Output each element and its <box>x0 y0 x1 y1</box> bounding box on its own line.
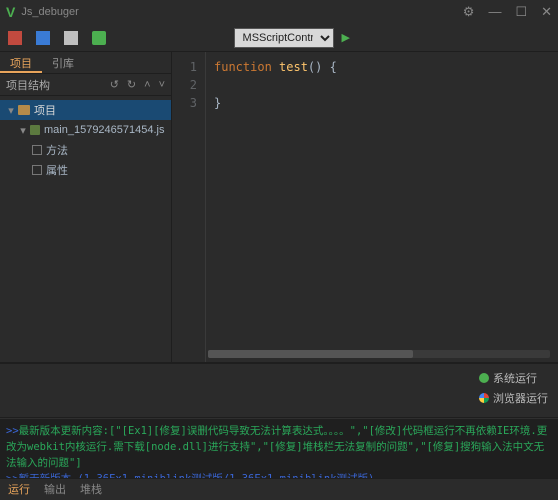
tree-attrs[interactable]: 属性 <box>0 160 171 180</box>
tree-file-label: main_1579246571454.js <box>44 124 165 136</box>
tree-root-label: 项目 <box>34 102 56 118</box>
func-name: test <box>272 60 308 74</box>
scroll-thumb[interactable] <box>208 350 413 358</box>
line-num: 2 <box>172 76 197 94</box>
bottom-tabs: 运行 输出 堆栈 <box>0 478 558 498</box>
tree-methods[interactable]: 方法 <box>0 140 171 160</box>
line-num: 3 <box>172 94 197 112</box>
collapse-icon[interactable]: ˅ <box>159 79 165 91</box>
tab-run[interactable]: 运行 <box>8 481 30 497</box>
toolbar: MSScriptControl ▶ <box>0 24 558 52</box>
tab-output[interactable]: 输出 <box>44 481 66 497</box>
console-log: >>最新版本更新内容:["[Ex1][修复]误删代码导致无法计算表达式。。。。"… <box>0 418 558 478</box>
title-bar: V Js_debuger ⚙ — ☐ ✕ <box>0 0 558 24</box>
editor-content[interactable]: function test() { } <box>206 52 558 362</box>
maximize-icon[interactable]: ☐ <box>515 4 527 20</box>
system-run-label: 系统运行 <box>493 370 537 386</box>
tab-import[interactable]: 引库 <box>42 52 84 73</box>
system-run-button[interactable]: 系统运行 <box>479 370 548 386</box>
settings-icon[interactable]: ⚙ <box>463 4 475 20</box>
browser-run-button[interactable]: 浏览器运行 <box>479 390 548 406</box>
folder-icon <box>18 105 30 115</box>
main-split: 项目 引库 项目结构 ↺ ↻ ˄ ˅ ▾ 项目 ▾ main_157924657… <box>0 52 558 362</box>
punct: () { <box>308 60 337 74</box>
log-line: >>最新版本更新内容:["[Ex1][修复]误删代码导致无法计算表达式。。。。"… <box>6 423 552 471</box>
run-panel: 系统运行 浏览器运行 <box>0 362 558 418</box>
app-title: Js_debuger <box>21 6 462 18</box>
sidebar-header: 项目结构 ↺ ↻ ˄ ˅ <box>0 74 171 96</box>
tree-attrs-label: 属性 <box>46 162 68 178</box>
play-green-icon <box>479 373 489 383</box>
punct-close: } <box>214 96 221 110</box>
code-editor[interactable]: 1 2 3 function test() { } <box>172 52 558 362</box>
chrome-icon <box>479 393 489 403</box>
script-engine-select[interactable]: MSScriptControl <box>234 28 334 48</box>
browser-run-label: 浏览器运行 <box>493 390 548 406</box>
window-controls: ⚙ — ☐ ✕ <box>463 4 552 20</box>
refresh-icon[interactable]: ↻ <box>127 78 136 91</box>
sidebar-tabs: 项目 引库 <box>0 52 171 74</box>
keyword: function <box>214 60 272 74</box>
editor-scrollbar[interactable] <box>208 350 550 358</box>
attr-icon <box>32 165 42 175</box>
sidebar-header-label: 项目结构 <box>6 77 50 93</box>
tree-file[interactable]: ▾ main_1579246571454.js <box>0 120 171 140</box>
editor-gutter: 1 2 3 <box>172 52 206 362</box>
tree-root[interactable]: ▾ 项目 <box>0 100 171 120</box>
share-icon[interactable] <box>92 31 106 45</box>
project-tree: ▾ 项目 ▾ main_1579246571454.js 方法 属性 <box>0 96 171 184</box>
tab-stack[interactable]: 堆栈 <box>80 481 102 497</box>
save-icon[interactable] <box>64 31 78 45</box>
run-icon[interactable]: ▶ <box>342 31 350 44</box>
minimize-icon[interactable]: — <box>488 4 501 20</box>
log-line: >>暂无新版本 (1.36Ex1 miniblink测试版/1.36Ex1 mi… <box>6 471 552 478</box>
method-icon <box>32 145 42 155</box>
restore-icon[interactable]: ↺ <box>110 78 119 91</box>
app-logo: V <box>6 4 15 20</box>
js-file-icon <box>30 125 40 135</box>
close-icon[interactable]: ✕ <box>541 4 552 20</box>
action-blue-icon[interactable] <box>36 31 50 45</box>
line-num: 1 <box>172 58 197 76</box>
tab-project[interactable]: 项目 <box>0 52 42 73</box>
stop-icon[interactable] <box>8 31 22 45</box>
expand-icon[interactable]: ˄ <box>144 79 150 91</box>
tree-methods-label: 方法 <box>46 142 68 158</box>
sidebar: 项目 引库 项目结构 ↺ ↻ ˄ ˅ ▾ 项目 ▾ main_157924657… <box>0 52 172 362</box>
